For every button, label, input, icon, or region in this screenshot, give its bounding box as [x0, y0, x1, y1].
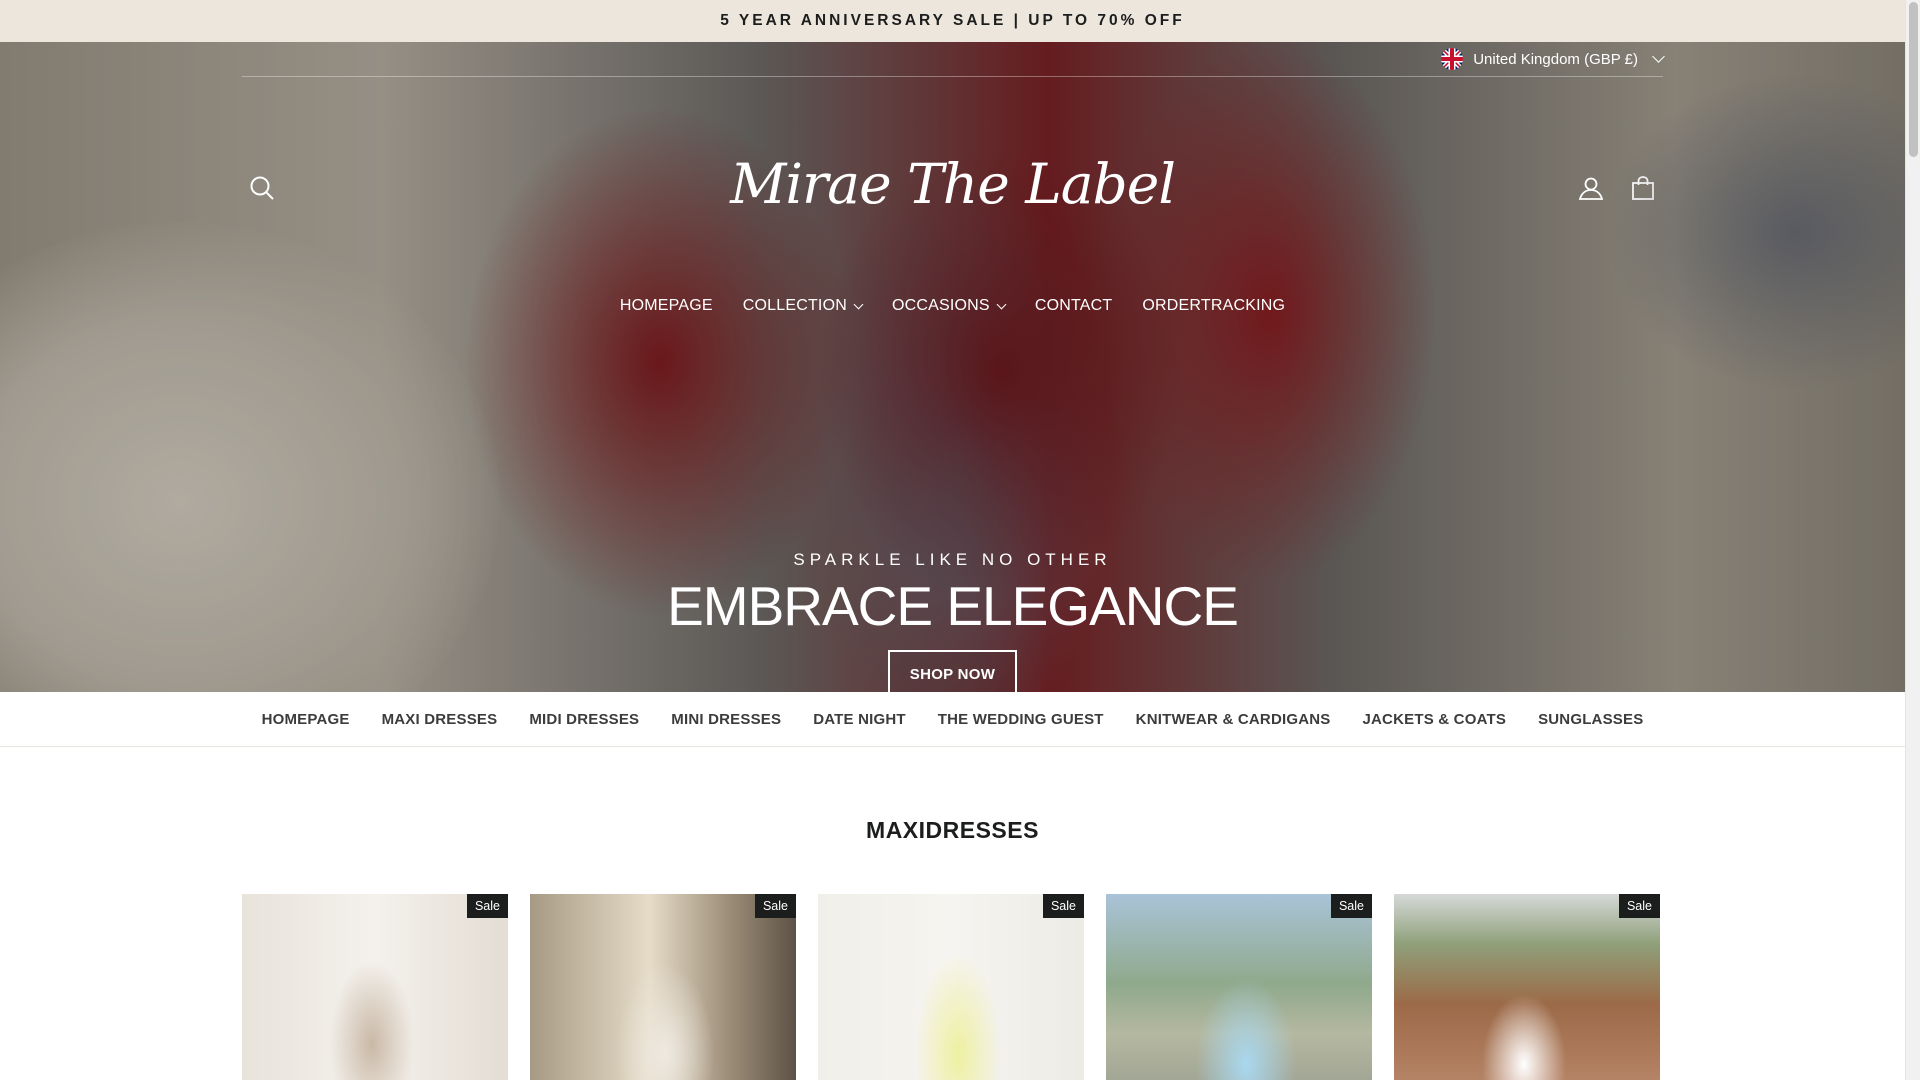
nav-item-collection[interactable]: COLLECTION	[728, 297, 877, 315]
nav-item-label: COLLECTION	[742, 297, 847, 314]
user-icon	[1578, 177, 1604, 200]
hero-content: SPARKLE LIKE NO OTHER EMBRACE ELEGANCE S…	[0, 550, 1905, 692]
product-grid: Sale Sale Sale Sale Sale	[242, 894, 1663, 1080]
product-card[interactable]: Sale	[530, 894, 796, 1080]
sale-badge: Sale	[1330, 894, 1372, 918]
sale-badge: Sale	[1042, 894, 1084, 918]
chevron-down-icon	[996, 299, 1007, 309]
sale-badge: Sale	[466, 894, 508, 918]
product-image[interactable]	[1394, 894, 1660, 1080]
site-logo[interactable]: Mirae The Label	[730, 152, 1176, 216]
category-link-jackets-coats[interactable]: JACKETS & COATS	[1346, 711, 1522, 728]
header-actions	[1571, 168, 1663, 208]
announcement-bar[interactable]: 5 YEAR ANNIVERSARY SALE | UP TO 70% OFF	[0, 0, 1905, 42]
page-scrollbar[interactable]	[1905, 0, 1920, 1080]
search-icon	[250, 176, 274, 200]
sale-badge: Sale	[754, 894, 796, 918]
nav-item-label: HOMEPAGE	[619, 297, 713, 314]
product-card[interactable]: Sale	[1394, 894, 1660, 1080]
category-link-sunglasses[interactable]: SUNGLASSES	[1522, 711, 1659, 728]
account-button[interactable]	[1571, 168, 1611, 208]
category-link-midi-dresses[interactable]: MIDI DRESSES	[513, 711, 655, 728]
category-link-mini-dresses[interactable]: MINI DRESSES	[655, 711, 797, 728]
hero-section: United Kingdom (GBP £) Mirae The Label H…	[0, 42, 1905, 692]
nav-item-contact[interactable]: CONTACT	[1020, 297, 1128, 315]
scrollbar-thumb[interactable]	[1909, 2, 1918, 157]
category-nav: HOMEPAGE MAXI DRESSES MIDI DRESSES MINI …	[0, 692, 1905, 747]
category-link-wedding-guest[interactable]: THE WEDDING GUEST	[922, 711, 1120, 728]
cart-button[interactable]	[1623, 168, 1663, 208]
nav-item-homepage[interactable]: HOMEPAGE	[605, 297, 728, 315]
nav-item-label: OCCASIONS	[891, 297, 990, 314]
utility-bar: United Kingdom (GBP £)	[242, 42, 1665, 77]
nav-item-label: ORDERTRACKING	[1142, 297, 1286, 314]
product-image[interactable]	[1106, 894, 1372, 1080]
category-link-maxi-dresses[interactable]: MAXI DRESSES	[366, 711, 514, 728]
sale-badge: Sale	[1618, 894, 1660, 918]
product-image[interactable]	[242, 894, 508, 1080]
hero-headline: EMBRACE ELEGANCE	[667, 575, 1239, 637]
bag-icon	[1632, 176, 1654, 200]
nav-item-label: CONTACT	[1034, 297, 1113, 314]
page: 5 YEAR ANNIVERSARY SALE | UP TO 70% OFF …	[0, 0, 1905, 1080]
product-image[interactable]	[818, 894, 1084, 1080]
nav-item-ordertracking[interactable]: ORDERTRACKING	[1127, 297, 1300, 315]
site-header: Mirae The Label	[242, 152, 1663, 216]
product-card[interactable]: Sale	[242, 894, 508, 1080]
country-selector[interactable]: United Kingdom (GBP £)	[1441, 48, 1665, 70]
chevron-down-icon	[853, 299, 864, 309]
announcement-text: 5 YEAR ANNIVERSARY SALE | UP TO 70% OFF	[720, 12, 1185, 29]
uk-flag-icon	[1441, 48, 1464, 70]
category-link-knitwear[interactable]: KNITWEAR & CARDIGANS	[1120, 711, 1347, 728]
shop-now-button[interactable]: SHOP NOW	[887, 649, 1018, 692]
product-card[interactable]: Sale	[1106, 894, 1372, 1080]
hero-kicker: SPARKLE LIKE NO OTHER	[793, 550, 1112, 569]
main-nav: HOMEPAGE COLLECTION OCCASIONS CONTACT OR…	[0, 297, 1905, 315]
product-card[interactable]: Sale	[818, 894, 1084, 1080]
logo-text: Mirae The Label	[730, 152, 1176, 216]
nav-item-occasions[interactable]: OCCASIONS	[877, 297, 1020, 315]
chevron-down-icon	[1652, 50, 1665, 63]
country-selector-label: United Kingdom (GBP £)	[1473, 50, 1638, 68]
product-image[interactable]	[530, 894, 796, 1080]
section-title: MAXIDRESSES	[866, 817, 1039, 843]
category-link-date-night[interactable]: DATE NIGHT	[797, 711, 922, 728]
category-link-homepage[interactable]: HOMEPAGE	[246, 711, 366, 728]
search-button[interactable]	[242, 168, 282, 208]
